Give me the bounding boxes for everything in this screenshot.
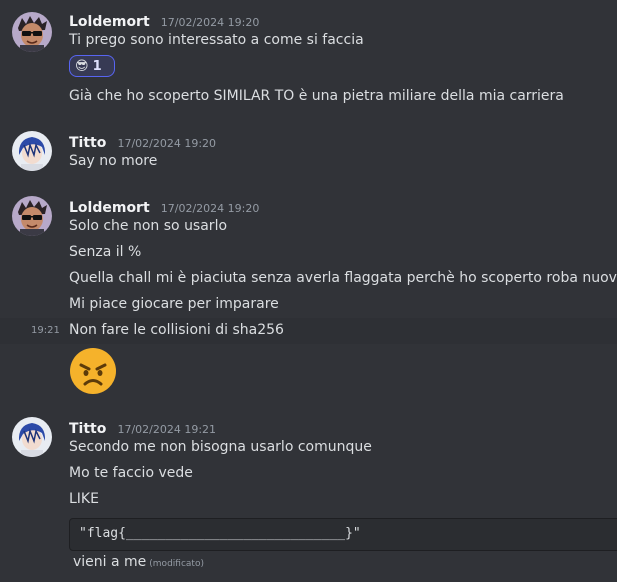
message-text: Senza il % [69,244,142,260]
message-text: Solo che non so usarlo [69,218,228,234]
message-timestamp: 17/02/2024 19:20 [160,16,260,29]
hover-timestamp: 19:21 [31,325,60,336]
avatar-loldemort[interactable] [12,12,52,52]
message-text: Ti prego sono interessato a come si facc… [69,32,364,48]
message-header: Loldemort 17/02/2024 19:20 [69,197,259,216]
reaction-count: 1 [92,58,102,74]
message-text: Mo te faccio vede [69,465,193,481]
message-timestamp: 17/02/2024 19:20 [160,202,260,215]
reaction-sunglasses[interactable]: 😎 1 [69,55,115,77]
message-header: Titto 17/02/2024 19:21 [69,418,216,437]
message-text: Mi piace giocare per imparare [69,296,279,312]
message-text: vieni a me [73,554,147,570]
message-text: Say no more [69,153,158,169]
message-header: Titto 17/02/2024 19:20 [69,132,216,151]
author-name[interactable]: Titto [69,135,106,151]
message-timestamp: 17/02/2024 19:20 [117,137,217,150]
author-name[interactable]: Loldemort [69,14,150,30]
edited-label: (modificato) [149,559,204,569]
author-name[interactable]: Loldemort [69,200,150,216]
code-block[interactable]: "flag{____________________________}" [69,518,617,551]
message-text: LIKE [69,491,99,507]
message-header: Loldemort 17/02/2024 19:20 [69,11,259,30]
message-text: Già che ho scoperto SIMILAR TO è una pie… [69,88,564,104]
message-text: Quella chall mi è piaciuta senza averla … [69,270,617,286]
avatar-titto[interactable] [12,131,52,171]
message-text: Non fare le collisioni di sha256 [69,322,284,338]
avatar-loldemort[interactable] [12,196,52,236]
angry-face-emoji-icon [69,347,117,395]
message-text-edited: vieni a me (modificato) [73,554,204,570]
author-name[interactable]: Titto [69,421,106,437]
sunglasses-emoji-icon: 😎 [75,58,89,74]
message-text: Secondo me non bisogna usarlo comunque [69,439,372,455]
message-timestamp: 17/02/2024 19:21 [117,423,217,436]
avatar-titto[interactable] [12,417,52,457]
